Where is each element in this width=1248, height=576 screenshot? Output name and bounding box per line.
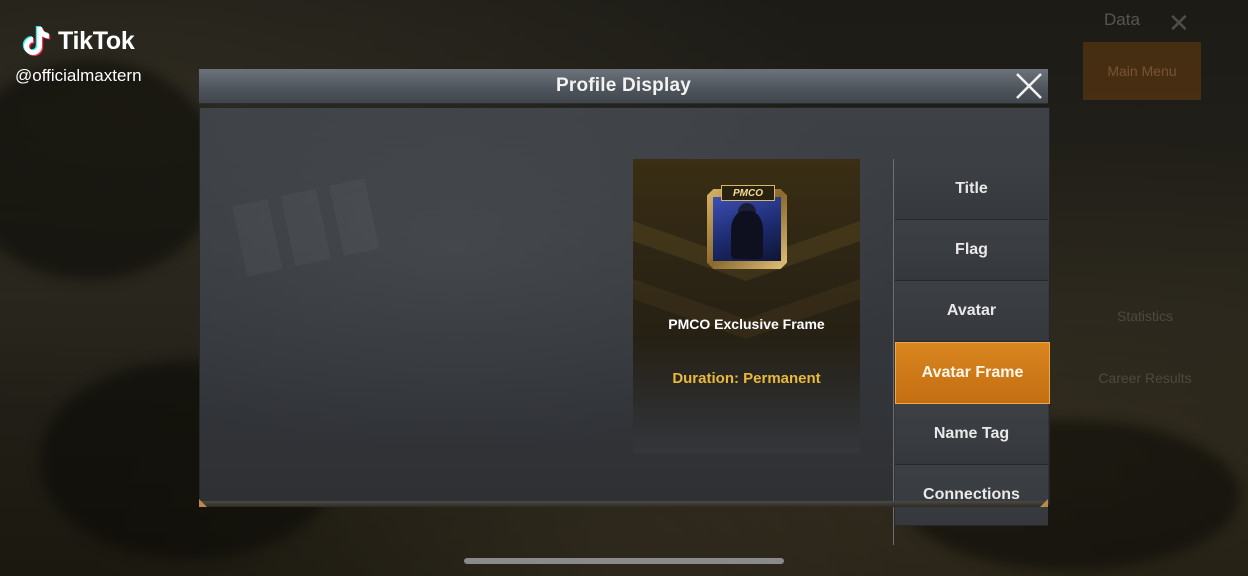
profile-tabs: Title Flag Avatar Avatar Frame Name Tag …: [893, 159, 1050, 545]
home-indicator[interactable]: [464, 558, 784, 564]
background-menu-item: Career Results: [1098, 370, 1192, 386]
frame-badge: PMCO: [721, 185, 775, 201]
item-name: PMCO Exclusive Frame: [668, 316, 825, 332]
tab-connections[interactable]: Connections: [895, 465, 1048, 526]
tiktok-username: @officialmaxtern: [15, 66, 142, 85]
tab-flag[interactable]: Flag: [895, 220, 1048, 281]
dialog-header: Profile Display: [199, 69, 1048, 104]
background-menu-item: Statistics: [1116, 308, 1173, 324]
background-logo-decoration: ▮▮▮: [221, 154, 388, 288]
tab-avatar-frame[interactable]: Avatar Frame: [895, 342, 1050, 404]
tab-avatar[interactable]: Avatar: [895, 281, 1048, 342]
tiktok-watermark: TikTok: [18, 24, 135, 58]
item-duration: Duration: Permanent: [672, 370, 821, 387]
tiktok-logo-icon: [22, 26, 51, 56]
avatar-frame-preview: PMCO PMCO Exclusive Frame Duration: Perm…: [633, 159, 860, 453]
avatar-figure-body: [731, 211, 763, 259]
background-main-menu: Main Menu: [1083, 42, 1201, 100]
background-data-label: Data: [1104, 10, 1140, 29]
background-close-icon: ✕: [1168, 8, 1190, 38]
profile-display-dialog: Profile Display ▮▮▮ PMCO: [199, 69, 1050, 545]
tiktok-brand-text: TikTok: [58, 26, 135, 55]
dialog-bottom-edge: [199, 501, 1048, 507]
dialog-title: Profile Display: [556, 75, 691, 96]
avatar-image: [713, 197, 781, 261]
close-icon: [1016, 73, 1042, 99]
dialog-body: ▮▮▮ PMCO PMCO Exclusive Frame Duration: …: [199, 107, 1050, 545]
tab-title[interactable]: Title: [895, 159, 1048, 220]
close-button[interactable]: [1012, 69, 1046, 103]
tab-name-tag[interactable]: Name Tag: [895, 404, 1048, 465]
avatar-frame-image[interactable]: PMCO: [707, 185, 787, 269]
